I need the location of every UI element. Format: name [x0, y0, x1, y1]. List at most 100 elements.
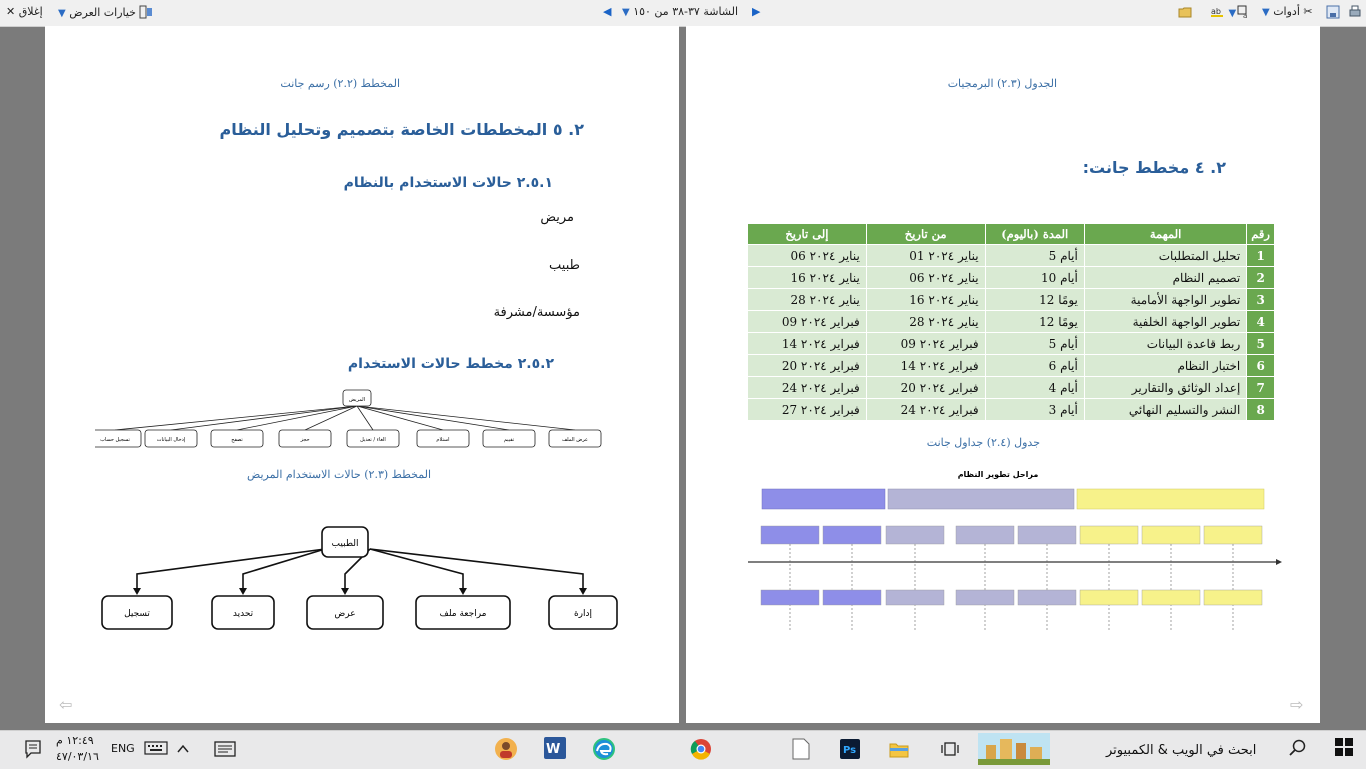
notifications-icon[interactable]: [24, 739, 42, 763]
gantt-table-row: 1 تحليل المتطلبات أيام 5 يناير ٢٠٢٤ 01 يناير…: [747, 244, 1275, 267]
show-hidden-icons-icon[interactable]: [176, 741, 190, 760]
patient-use-case-node: تقييم: [482, 429, 536, 448]
cell-duration: يومًا 12: [984, 288, 1085, 311]
gantt-table-header: رقم المهمة المدة (باليوم) من تاريخ إلى ت…: [747, 223, 1275, 245]
search-highlight-image: [978, 733, 1050, 769]
cell-number: 4: [1246, 310, 1275, 333]
svg-text:ab: ab: [1211, 7, 1221, 16]
view-options-menu[interactable]: ▼ خيارات العرض: [58, 5, 153, 19]
cell-number: 6: [1246, 354, 1275, 377]
doctor-use-case-node: مراجعة ملف: [415, 595, 511, 630]
task-view-icon[interactable]: [941, 740, 959, 762]
folder-icon[interactable]: [1178, 5, 1192, 19]
clock-date[interactable]: ٤٧/٠٣/١٦: [56, 750, 99, 763]
edge-icon[interactable]: [592, 737, 616, 765]
next-screen-button[interactable]: ▶: [752, 5, 760, 18]
caption-patient-use-cases: المخطط (٢.٣) حالات الاستخدام المريض: [247, 468, 431, 481]
spelling-icon[interactable]: ab ▼: [1211, 5, 1236, 19]
actor-patient: مريض: [540, 210, 574, 225]
photoshop-icon[interactable]: Ps: [840, 739, 860, 763]
patient-use-case-node: استلام: [416, 429, 470, 448]
prev-page-arrow[interactable]: ⇦: [59, 695, 77, 714]
cell-to-date: يناير ٢٠٢٤ 06: [747, 244, 867, 267]
doctor-use-case-label: إدارة: [574, 609, 592, 619]
cell-from-date: يناير ٢٠٢٤ 01: [865, 244, 986, 267]
cell-to-date: فبراير ٢٠٢٤ 24: [747, 376, 867, 399]
cell-number: 2: [1246, 266, 1275, 289]
save-icon[interactable]: [1326, 5, 1340, 19]
timeline-milestone: [1203, 525, 1263, 632]
translate-icon[interactable]: a: [1237, 5, 1251, 19]
patient-use-case-node: عرض الملف: [548, 429, 602, 448]
doctor-root-label: الطبيب: [332, 539, 359, 549]
right-page: الجدول (٢.٣) البرمجيات ٢. ٤ مخطط جانت: ر…: [686, 26, 1320, 723]
chrome-icon[interactable]: [690, 738, 712, 764]
cell-duration: أيام 3: [984, 398, 1085, 421]
dropdown-arrow-icon: ▼: [622, 7, 630, 18]
search-box[interactable]: ابحث في الويب & الكمبيوتر: [1106, 743, 1256, 758]
heading-use-cases: ٢.٥.١ حالات الاستخدام بالنظام: [343, 175, 553, 191]
word-icon[interactable]: W: [544, 737, 566, 763]
tools-menu[interactable]: ▼ أدوات ✂: [1262, 5, 1313, 18]
cell-number: 3: [1246, 288, 1275, 311]
doctor-use-case-node: تحديد: [211, 595, 275, 630]
cell-to-date: فبراير ٢٠٢٤ 27: [747, 398, 867, 421]
patient-use-case-node: حجز: [278, 429, 332, 448]
close-button[interactable]: ✕ إغلاق: [6, 5, 43, 18]
keyboard-icon[interactable]: [144, 740, 168, 760]
cell-from-date: فبراير ٢٠٢٤ 09: [865, 332, 986, 355]
patient-use-case-node: إدخال البيانات: [144, 429, 198, 448]
screen-selector[interactable]: ▼ الشاشة ٣٧-٣٨ من ١٥٠: [622, 5, 738, 18]
caption-gantt: المخطط (٢.٢) رسم جانت: [280, 77, 400, 90]
cell-task: تطوير الواجهة الخلفية: [1083, 310, 1248, 333]
cell-to-date: يناير ٢٠٢٤ 28: [747, 288, 867, 311]
user-avatar-icon[interactable]: [492, 737, 520, 765]
actor-institution: مؤسسة/مشرفة: [493, 305, 580, 320]
patient-use-case-label: تقييم: [504, 437, 515, 443]
patient-use-case-node: الغاء / تعديل: [346, 429, 400, 448]
gantt-table-row: 2 تصميم النظام أيام 10 يناير ٢٠٢٤ 06 يناير ٢…: [747, 266, 1275, 289]
cell-from-date: فبراير ٢٠٢٤ 20: [865, 376, 986, 399]
patient-use-case-node: تسجيل حساب: [95, 429, 142, 448]
print-icon[interactable]: [1348, 5, 1362, 19]
timeline-milestone: [955, 525, 1015, 632]
document-icon[interactable]: [792, 738, 810, 764]
doctor-use-case-node: عرض: [306, 595, 384, 630]
prev-screen-button[interactable]: ◀: [603, 5, 611, 18]
patient-root-node: المريض: [342, 389, 372, 407]
cell-to-date: فبراير ٢٠٢٤ 20: [747, 354, 867, 377]
patient-use-case-diagram: المريض عرض الملف تقييم استلام الغاء / تعديل…: [95, 389, 602, 448]
doctor-use-case-label: مراجعة ملف: [440, 609, 487, 619]
doctor-use-case-node: إدارة: [548, 595, 618, 630]
cell-to-date: يناير ٢٠٢٤ 16: [747, 266, 867, 289]
heading-system-diagrams: ٢. ٥ المخططات الخاصة بتصميم وتحليل النظا…: [219, 120, 584, 139]
next-arrow-icon: ▶: [752, 5, 761, 18]
doctor-use-case-label: عرض: [334, 609, 355, 619]
svg-text:a: a: [1243, 12, 1247, 19]
gantt-table-row: 8 النشر والتسليم النهائي أيام 3 فبراير ٢٠٢٤…: [747, 398, 1275, 421]
cell-task: إعداد الوثائق والتقارير: [1083, 376, 1248, 399]
clock-time[interactable]: ١٢:٤٩ م: [56, 734, 94, 747]
file-explorer-icon[interactable]: [889, 739, 909, 763]
next-page-arrow[interactable]: ⇨: [1290, 695, 1308, 714]
actor-doctor: طبيب: [549, 258, 580, 273]
doctor-use-case-label: تحديد: [233, 609, 254, 619]
action-center-icon[interactable]: [214, 740, 236, 762]
svg-text:W: W: [546, 742, 560, 757]
cell-from-date: يناير ٢٠٢٤ 28: [865, 310, 986, 333]
cell-task: النشر والتسليم النهائي: [1083, 398, 1248, 421]
language-indicator[interactable]: ENG: [111, 742, 135, 755]
timeline-milestone: [822, 525, 882, 632]
cell-task: تصميم النظام: [1083, 266, 1248, 289]
start-button[interactable]: [1334, 737, 1354, 761]
gantt-table-row: 4 تطوير الواجهة الخلفية يومًا 12 يناير ٢٠٢٤…: [747, 310, 1275, 333]
cell-number: 5: [1246, 332, 1275, 355]
gantt-table-row: 6 اختبار النظام أيام 6 فبراير ٢٠٢٤ 14 فبراير…: [747, 354, 1275, 377]
search-icon[interactable]: [1289, 739, 1307, 761]
caption-software: الجدول (٢.٣) البرمجيات: [947, 77, 1057, 90]
timeline-title: مراحل تطوير النظام: [958, 470, 1039, 479]
timeline-milestone: [1141, 525, 1201, 632]
patient-use-case-label: عرض الملف: [562, 437, 588, 443]
cell-task: ربط قاعدة البيانات: [1083, 332, 1248, 355]
patient-use-case-label: تصفح: [231, 437, 243, 443]
